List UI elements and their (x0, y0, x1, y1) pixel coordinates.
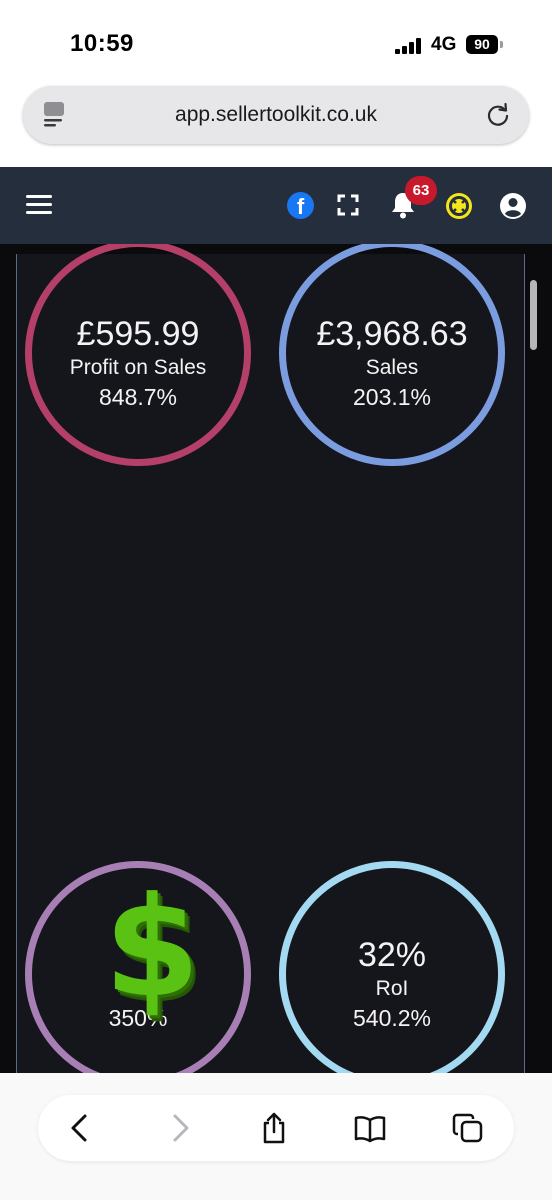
tabs-icon[interactable] (452, 1112, 484, 1144)
share-icon[interactable] (258, 1112, 290, 1144)
user-icon[interactable] (499, 192, 527, 220)
status-bar: 10:59 4G 90 (0, 0, 552, 84)
address-bar[interactable]: app.sellertoolkit.co.uk (23, 86, 529, 144)
facebook-icon[interactable]: f (287, 192, 314, 219)
battery-tip (500, 41, 503, 48)
profit-value: £595.99 (76, 315, 200, 353)
roi-stat: 32% RoI 540.2% (279, 861, 505, 1073)
dollar-sign-icon: $ (104, 867, 201, 1028)
profit-label: Profit on Sales (69, 356, 207, 379)
battery-icon: 90 (466, 35, 498, 54)
browser-toolbar (0, 1073, 552, 1200)
url-text[interactable]: app.sellertoolkit.co.uk (23, 103, 529, 127)
toolbar-pill (38, 1095, 514, 1161)
profit-stat: £595.99 Profit on Sales 848.7% (25, 244, 251, 466)
sales-label: Sales (365, 356, 419, 379)
signal-icon (395, 36, 425, 54)
forward-icon[interactable] (164, 1112, 196, 1144)
roi-label: RoI (375, 977, 409, 1000)
status-time: 10:59 (70, 30, 134, 57)
reload-icon[interactable] (485, 102, 511, 128)
sales-value: £3,968.63 (316, 315, 468, 353)
scrollbar[interactable] (530, 280, 537, 350)
sales-change: 203.1% (352, 384, 431, 410)
profit-change: 848.7% (98, 384, 177, 410)
roi-change: 540.2% (352, 1005, 431, 1031)
fullscreen-icon[interactable] (337, 194, 359, 216)
sales-stat: £3,968.63 Sales 203.1% (279, 244, 505, 466)
back-icon[interactable] (64, 1112, 96, 1144)
roi-value: 32% (357, 936, 427, 974)
dashboard-content[interactable]: £595.99 Profit on Sales 848.7% £3,968.63… (0, 244, 552, 1073)
notification-badge[interactable]: 63 (405, 176, 437, 205)
network-label: 4G (431, 34, 457, 55)
help-icon[interactable] (445, 192, 473, 220)
bookmarks-icon[interactable] (354, 1112, 386, 1144)
menu-icon[interactable] (26, 195, 52, 215)
